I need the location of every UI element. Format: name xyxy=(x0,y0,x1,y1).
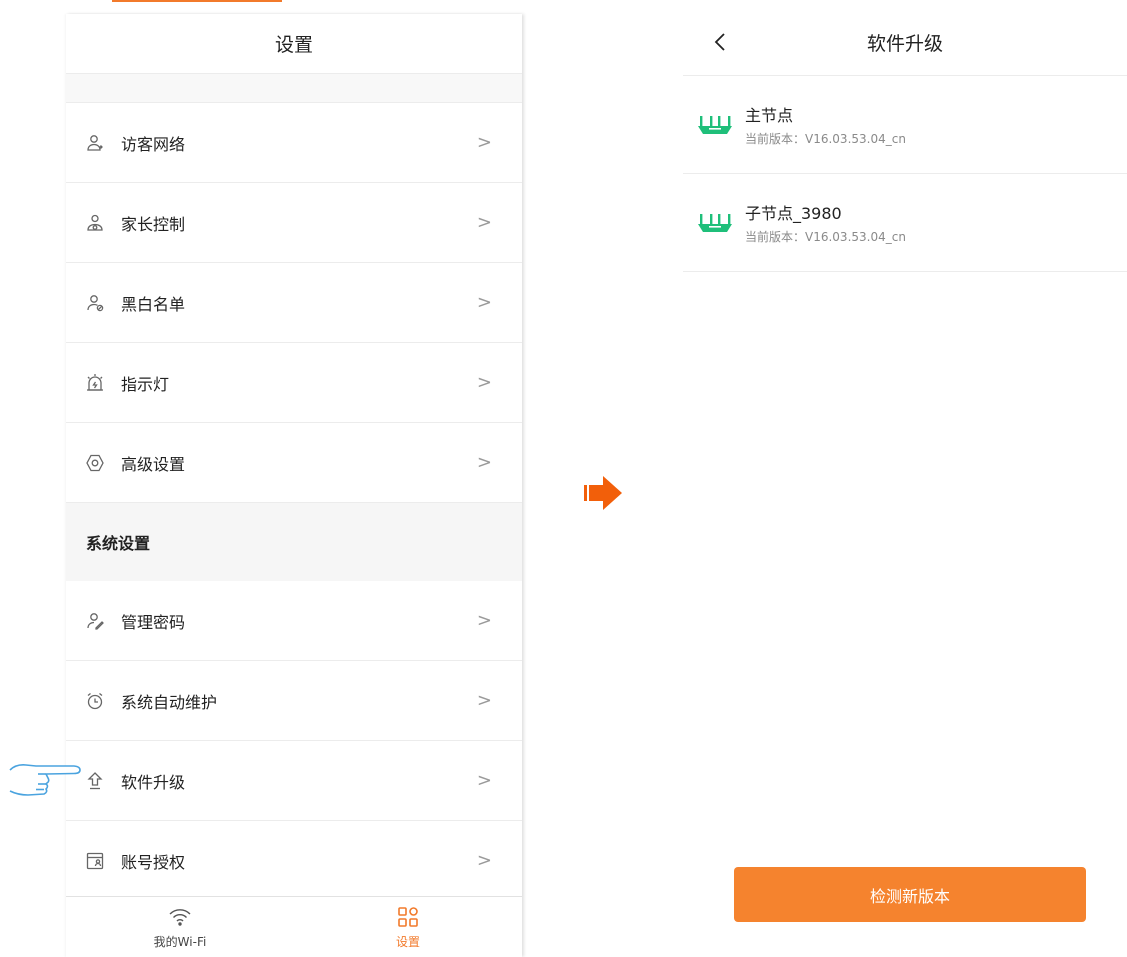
settings-item-label: 账号授权 xyxy=(121,852,186,872)
chevron-right-icon: > xyxy=(476,292,492,313)
settings-item-label: 指示灯 xyxy=(121,374,170,394)
indicator-light-icon xyxy=(85,373,105,393)
node-version: 当前版本：V16.03.53.04_cn xyxy=(745,230,906,244)
settings-item-auto-maintenance[interactable]: 系统自动维护 > xyxy=(66,661,522,741)
chevron-right-icon: > xyxy=(476,132,492,153)
settings-item-blacklist[interactable]: 黑白名单 > xyxy=(66,263,522,343)
node-name: 子节点_3980 xyxy=(745,204,842,223)
settings-item-parental-control[interactable]: 家长控制 > xyxy=(66,183,522,263)
settings-screen: 设置 访客网络 > 家长控制 > 黑白名单 > 指示灯 > 高级设置 > 系统设… xyxy=(66,14,522,957)
settings-item-indicator-light[interactable]: 指示灯 > xyxy=(66,343,522,423)
tab-label: 我的Wi-Fi xyxy=(153,934,207,949)
blacklist-icon xyxy=(85,293,105,313)
chevron-right-icon: > xyxy=(476,690,492,711)
node-version: 当前版本：V16.03.53.04_cn xyxy=(745,132,906,146)
upgrade-icon xyxy=(85,771,105,791)
settings-item-label: 管理密码 xyxy=(121,612,186,632)
tab-settings[interactable]: 设置 xyxy=(294,897,522,957)
settings-item-label: 家长控制 xyxy=(121,214,186,234)
arrow-right-icon xyxy=(584,476,624,514)
settings-item-label: 软件升级 xyxy=(121,772,186,792)
guest-user-icon xyxy=(85,133,105,153)
page-title: 软件升级 xyxy=(866,33,943,55)
clock-icon xyxy=(85,691,105,711)
node-item-sub[interactable]: 子节点_3980 当前版本：V16.03.53.04_cn xyxy=(683,174,1127,272)
account-auth-icon xyxy=(85,851,105,871)
chevron-right-icon: > xyxy=(476,372,492,393)
router-icon xyxy=(697,112,733,138)
tab-my-wifi[interactable]: 我的Wi-Fi xyxy=(66,897,294,957)
page-title: 设置 xyxy=(66,14,522,74)
admin-password-icon xyxy=(85,611,105,631)
settings-item-label: 系统自动维护 xyxy=(121,692,218,712)
settings-item-label: 高级设置 xyxy=(121,454,186,474)
software-upgrade-screen: 软件升级 主节点 当前版本：V16.03.53.04_cn 子节点_3980 当… xyxy=(683,10,1127,957)
wifi-icon xyxy=(168,905,192,929)
chevron-right-icon: > xyxy=(476,452,492,473)
settings-item-software-upgrade[interactable]: 软件升级 > xyxy=(66,741,522,821)
bottom-tab-bar: 我的Wi-Fi 设置 xyxy=(66,896,522,957)
chevron-right-icon: > xyxy=(476,212,492,233)
settings-item-advanced[interactable]: 高级设置 > xyxy=(66,423,522,503)
settings-item-label: 访客网络 xyxy=(121,134,186,154)
parental-control-icon xyxy=(85,213,105,233)
node-item-main[interactable]: 主节点 当前版本：V16.03.53.04_cn xyxy=(683,76,1127,174)
settings-item-guest-network[interactable]: 访客网络 > xyxy=(66,103,522,183)
settings-item-account-authorization[interactable]: 账号授权 > xyxy=(66,821,522,901)
chevron-right-icon: > xyxy=(476,770,492,791)
top-accent-line xyxy=(112,0,282,2)
advanced-settings-icon xyxy=(85,453,105,473)
nav-header: 软件升级 xyxy=(683,10,1127,76)
section-header-system: 系统设置 xyxy=(66,503,522,581)
back-chevron-icon[interactable] xyxy=(709,30,733,54)
settings-item-label: 黑白名单 xyxy=(121,294,186,314)
node-name: 主节点 xyxy=(745,106,794,125)
chevron-right-icon: > xyxy=(476,610,492,631)
router-icon xyxy=(697,210,733,236)
check-new-version-button[interactable]: 检测新版本 xyxy=(734,867,1086,922)
tab-label: 设置 xyxy=(395,934,420,949)
header-gap xyxy=(66,74,522,103)
pointing-hand-icon xyxy=(6,760,86,802)
settings-item-admin-password[interactable]: 管理密码 > xyxy=(66,581,522,661)
chevron-right-icon: > xyxy=(476,850,492,871)
settings-grid-icon xyxy=(397,905,419,929)
